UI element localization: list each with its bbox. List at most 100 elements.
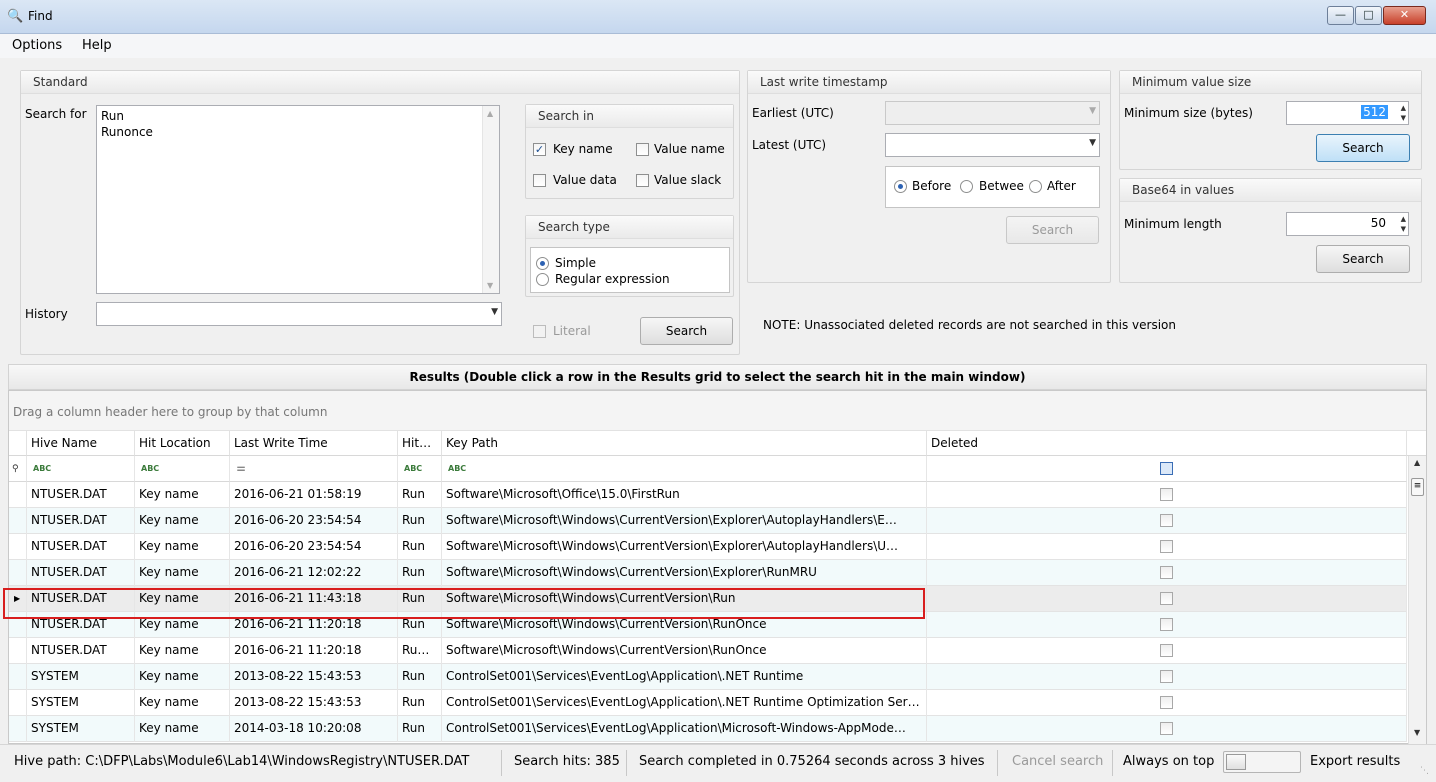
table-cell[interactable]: Run [398,560,442,586]
base64-search-button[interactable]: Search [1316,245,1410,273]
deleted-checkbox[interactable] [1160,722,1173,735]
deleted-checkbox[interactable] [1160,514,1173,527]
table-cell[interactable]: Key name [135,534,230,560]
filter-hit-location[interactable]: ABC [135,456,230,482]
table-cell[interactable]: NTUSER.DAT [27,560,135,586]
table-cell[interactable]: Key name [135,560,230,586]
menu-help[interactable]: Help [82,38,112,53]
table-cell[interactable]: Software\Microsoft\Office\15.0\FirstRun [442,482,927,508]
latest-combo[interactable]: ▼ [885,133,1100,157]
row-indicator-cell[interactable] [9,664,27,690]
table-cell[interactable]: Software\Microsoft\Windows\CurrentVersio… [442,638,927,664]
deleted-checkbox[interactable] [1160,566,1173,579]
table-cell[interactable]: NTUSER.DAT [27,508,135,534]
simple-radio[interactable] [536,257,549,270]
table-cell[interactable]: ControlSet001\Services\EventLog\Applicat… [442,664,927,690]
timestamp-search-button[interactable]: Search [1006,216,1099,244]
min-length-spinner[interactable]: 50 ▲ ▼ [1286,212,1409,236]
table-cell[interactable]: NTUSER.DAT [27,482,135,508]
deleted-checkbox[interactable] [1160,488,1173,501]
value-slack-checkbox[interactable] [636,174,649,187]
scroll-down-icon[interactable]: ▼ [1414,728,1420,737]
maximize-button[interactable]: □ [1355,6,1382,25]
table-row[interactable]: NTUSER.DAT Key name 2016-06-20 23:54:54 Run… [9,508,1407,534]
filter-last-write-time[interactable]: = [230,456,398,482]
always-on-top-toggle[interactable] [1223,751,1301,773]
search-terms-textarea[interactable]: Run Runonce ▲ ▼ [96,105,500,294]
deleted-cell[interactable] [927,560,1407,586]
table-row[interactable]: SYSTEM Key name 2014-03-18 10:20:08 Run Cont… [9,716,1407,742]
table-cell[interactable]: Run [398,534,442,560]
table-cell[interactable]: Run [398,664,442,690]
row-indicator-cell[interactable] [9,508,27,534]
table-cell[interactable]: Run [398,508,442,534]
table-cell[interactable]: Key name [135,716,230,742]
row-indicator-cell[interactable] [9,560,27,586]
deleted-checkbox[interactable] [1160,592,1173,605]
scroll-up-icon[interactable]: ▲ [1414,458,1420,467]
table-cell[interactable]: Key name [135,638,230,664]
grid-vertical-scrollbar[interactable]: ▲ ≡ ▼ [1408,456,1426,744]
deleted-cell[interactable] [927,534,1407,560]
close-button[interactable]: ✕ [1383,6,1426,25]
regex-radio[interactable] [536,273,549,286]
after-radio[interactable] [1029,180,1042,193]
table-cell[interactable]: SYSTEM [27,664,135,690]
col-hive-name[interactable]: Hive Name [27,431,135,456]
minimize-button[interactable]: — [1327,6,1354,25]
before-radio[interactable] [894,180,907,193]
table-cell[interactable]: SYSTEM [27,716,135,742]
table-cell[interactable]: 2016-06-20 23:54:54 [230,508,398,534]
deleted-checkbox[interactable] [1160,540,1173,553]
deleted-cell[interactable] [927,508,1407,534]
table-cell[interactable]: 2014-03-18 10:20:08 [230,716,398,742]
results-grid[interactable]: Drag a column header here to group by th… [8,390,1427,744]
pin-icon[interactable]: ⚲ [9,456,27,482]
table-cell[interactable]: 2016-06-21 11:20:18 [230,638,398,664]
export-results-button[interactable]: Export results [1310,754,1400,769]
min-size-spinner[interactable]: 512 ▲ ▼ [1286,101,1409,125]
table-cell[interactable]: ControlSet001\Services\EventLog\Applicat… [442,716,927,742]
deleted-cell[interactable] [927,716,1407,742]
filter-key-path[interactable]: ABC [442,456,927,482]
row-indicator-cell[interactable] [9,482,27,508]
table-cell[interactable]: Key name [135,482,230,508]
col-key-path[interactable]: Key Path [442,431,927,456]
table-row[interactable]: NTUSER.DAT Key name 2016-06-21 12:02:22 Run… [9,560,1407,586]
col-last-write-time[interactable]: Last Write Time [230,431,398,456]
table-cell[interactable]: Key name [135,508,230,534]
deleted-checkbox[interactable] [1160,618,1173,631]
group-by-panel[interactable]: Drag a column header here to group by th… [9,391,1426,431]
col-hit-location[interactable]: Hit Location [135,431,230,456]
spin-up-icon[interactable]: ▲ [1401,104,1406,112]
deleted-cell[interactable] [927,638,1407,664]
table-cell[interactable]: Key name [135,664,230,690]
col-deleted[interactable]: Deleted [927,431,1407,456]
textarea-scrollbar[interactable]: ▲ ▼ [482,106,499,293]
history-combo[interactable]: ▼ [96,302,502,326]
table-cell[interactable]: SYSTEM [27,690,135,716]
value-name-checkbox[interactable] [636,143,649,156]
between-radio[interactable] [960,180,973,193]
table-cell[interactable]: Key name [135,690,230,716]
min-size-search-button[interactable]: Search [1316,134,1410,162]
chevron-down-icon[interactable]: ▼ [1089,106,1096,116]
value-data-checkbox[interactable] [533,174,546,187]
table-cell[interactable]: Run [398,482,442,508]
menu-options[interactable]: Options [12,38,62,53]
row-indicator-cell[interactable] [9,716,27,742]
deleted-checkbox[interactable] [1160,644,1173,657]
deleted-checkbox[interactable] [1160,670,1173,683]
table-cell[interactable]: Software\Microsoft\Windows\CurrentVersio… [442,534,927,560]
earliest-combo[interactable]: ▼ [885,101,1100,125]
table-row[interactable]: NTUSER.DAT Key name 2016-06-20 23:54:54 Run… [9,534,1407,560]
table-cell[interactable]: Run [398,716,442,742]
deleted-cell[interactable] [927,482,1407,508]
table-cell[interactable]: Software\Microsoft\Windows\CurrentVersio… [442,508,927,534]
table-cell[interactable]: NTUSER.DAT [27,638,135,664]
table-cell[interactable]: Run [398,690,442,716]
scroll-up-icon[interactable]: ▲ [487,109,493,118]
deleted-checkbox[interactable] [1160,696,1173,709]
table-cell[interactable]: 2013-08-22 15:43:53 [230,664,398,690]
table-row[interactable]: SYSTEM Key name 2013-08-22 15:43:53 Run Cont… [9,664,1407,690]
